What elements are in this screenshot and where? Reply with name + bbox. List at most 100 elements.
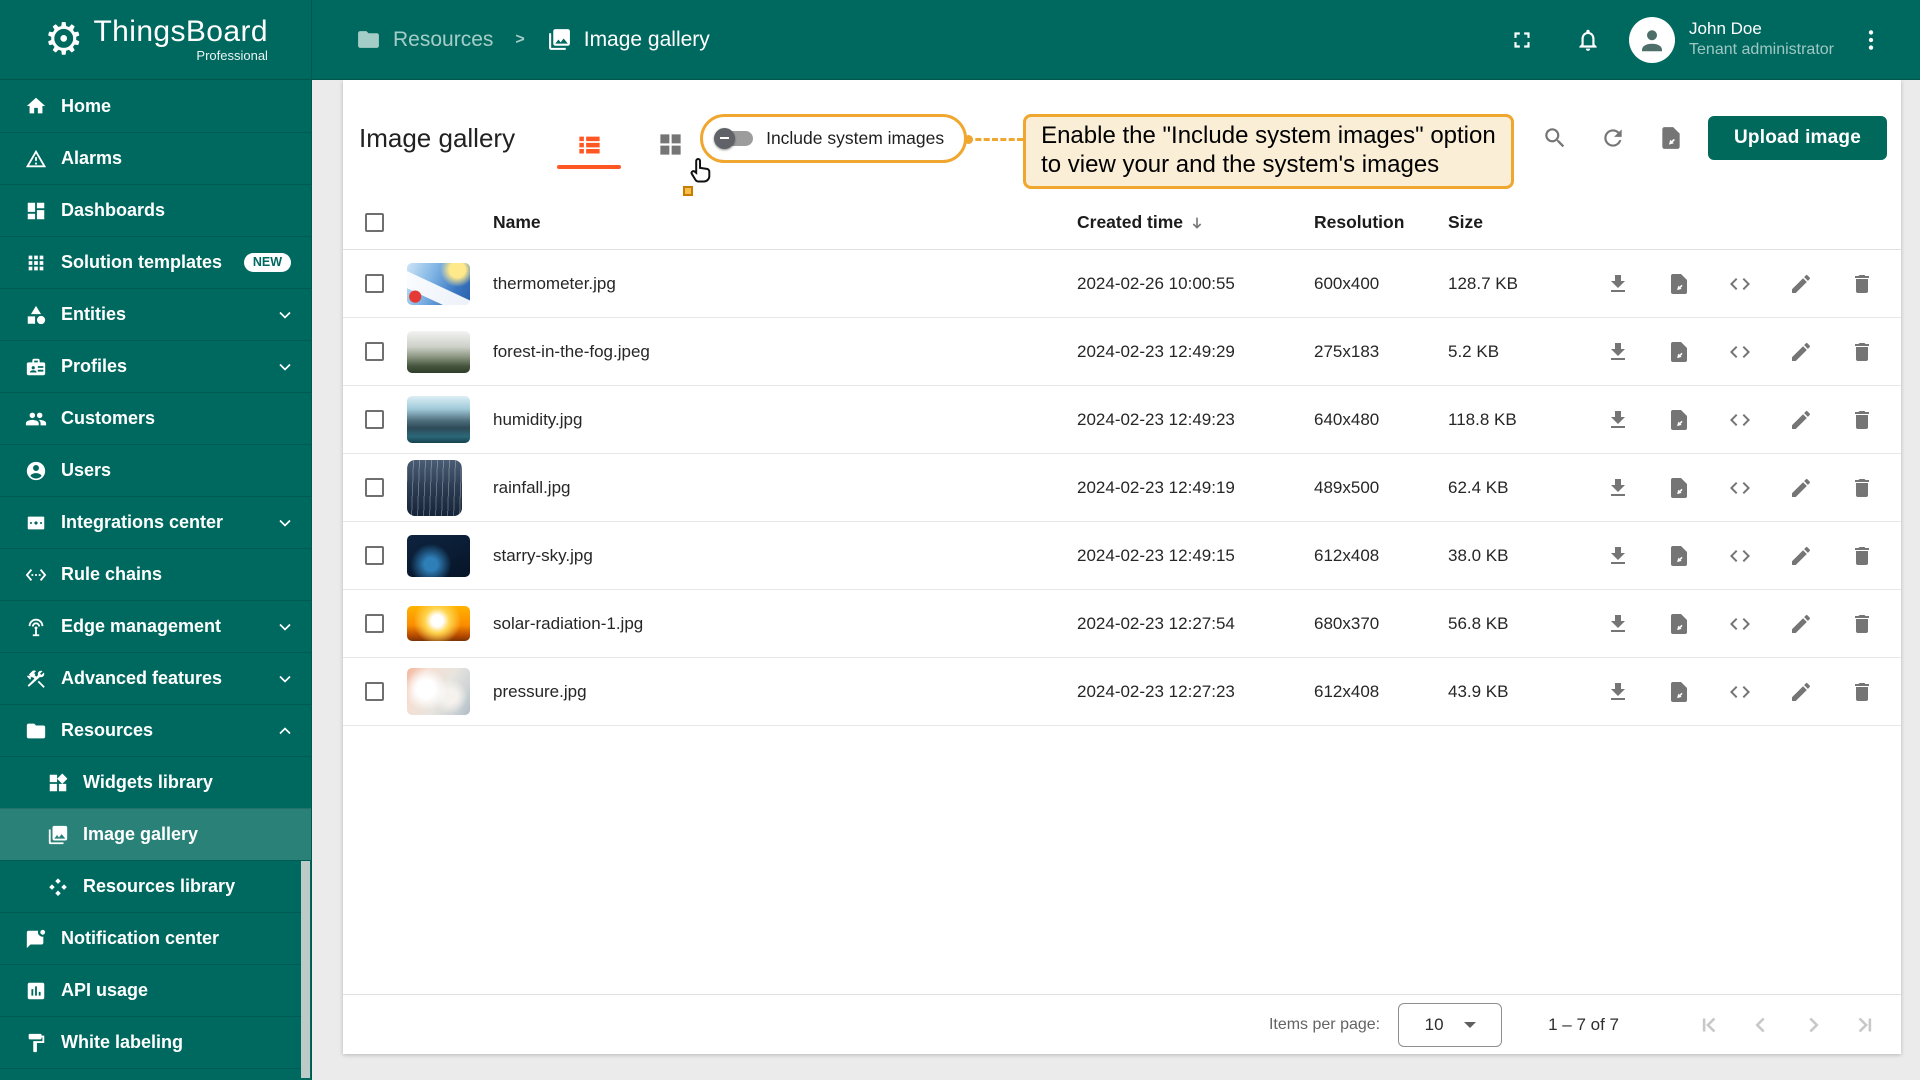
embed-code-button[interactable]	[1725, 269, 1755, 299]
download-button[interactable]	[1603, 677, 1633, 707]
more-vertical-icon[interactable]	[1862, 27, 1880, 53]
row-checkbox[interactable]	[365, 614, 384, 633]
delete-button[interactable]	[1847, 541, 1877, 571]
edit-button[interactable]	[1786, 609, 1816, 639]
sidebar-item-rule-chains[interactable]: Rule chains	[0, 548, 311, 600]
export-button[interactable]	[1664, 541, 1694, 571]
sidebar-item-edge-management[interactable]: Edge management	[0, 600, 311, 652]
edit-button[interactable]	[1786, 405, 1816, 435]
sidebar-item-notification-center[interactable]: Notification center	[0, 912, 311, 964]
delete-button[interactable]	[1847, 677, 1877, 707]
search-button[interactable]	[1534, 117, 1576, 159]
sidebar-scrollbar[interactable]	[301, 861, 310, 1078]
avatar[interactable]	[1629, 16, 1676, 63]
delete-button[interactable]	[1847, 337, 1877, 367]
table-row[interactable]: rainfall.jpg 2024-02-23 12:49:19 489x500…	[343, 454, 1901, 522]
delete-button[interactable]	[1847, 609, 1877, 639]
sidebar-item-profiles[interactable]: Profiles	[0, 340, 311, 392]
sidebar-item-users[interactable]: Users	[0, 444, 311, 496]
download-button[interactable]	[1603, 337, 1633, 367]
column-header-resolution[interactable]: Resolution	[1295, 212, 1429, 233]
export-button[interactable]	[1664, 609, 1694, 639]
table-row[interactable]: forest-in-the-fog.jpeg 2024-02-23 12:49:…	[343, 318, 1901, 386]
import-image-button[interactable]	[1650, 117, 1692, 159]
row-checkbox[interactable]	[365, 478, 384, 497]
export-button[interactable]	[1664, 473, 1694, 503]
export-button[interactable]	[1664, 269, 1694, 299]
toggle-switch[interactable]	[714, 127, 754, 149]
image-thumbnail[interactable]	[407, 262, 470, 305]
table-row[interactable]: starry-sky.jpg 2024-02-23 12:49:15 612x4…	[343, 522, 1901, 590]
grid-view-tab[interactable]	[657, 131, 684, 169]
edit-button[interactable]	[1786, 677, 1816, 707]
table-row[interactable]: humidity.jpg 2024-02-23 12:49:23 640x480…	[343, 386, 1901, 454]
embed-code-button[interactable]	[1725, 337, 1755, 367]
sidebar-item-api-usage[interactable]: API usage	[0, 964, 311, 1016]
sidebar-item-home[interactable]: Home	[0, 80, 311, 132]
list-view-tab[interactable]	[557, 131, 622, 169]
sidebar-item-resources[interactable]: Resources	[0, 704, 311, 756]
embed-code-button[interactable]	[1725, 405, 1755, 435]
download-button[interactable]	[1603, 609, 1633, 639]
row-checkbox[interactable]	[365, 274, 384, 293]
first-page-button[interactable]	[1691, 1010, 1727, 1040]
user-info[interactable]: John Doe Tenant administrator	[1689, 18, 1834, 61]
sidebar-item-integrations-center[interactable]: Integrations center	[0, 496, 311, 548]
export-button[interactable]	[1664, 405, 1694, 435]
embed-code-button[interactable]	[1725, 473, 1755, 503]
export-button[interactable]	[1664, 337, 1694, 367]
image-thumbnail[interactable]	[407, 396, 470, 443]
delete-button[interactable]	[1847, 405, 1877, 435]
edit-button[interactable]	[1786, 269, 1816, 299]
embed-code-button[interactable]	[1725, 541, 1755, 571]
sidebar-item-settings[interactable]: Settings	[0, 1068, 311, 1080]
brand-logo[interactable]: ⚙ ThingsBoard Professional	[0, 0, 311, 80]
download-button[interactable]	[1603, 473, 1633, 503]
sidebar-item-widgets-library[interactable]: Widgets library	[0, 756, 311, 808]
export-button[interactable]	[1664, 677, 1694, 707]
image-thumbnail[interactable]	[407, 668, 470, 715]
column-header-created[interactable]: Created time	[1049, 212, 1295, 233]
sidebar-item-solution-templates[interactable]: Solution templates NEW	[0, 236, 311, 288]
table-row[interactable]: solar-radiation-1.jpg 2024-02-23 12:27:5…	[343, 590, 1901, 658]
edit-button[interactable]	[1786, 473, 1816, 503]
image-thumbnail[interactable]	[407, 459, 462, 516]
row-checkbox[interactable]	[365, 342, 384, 361]
row-checkbox[interactable]	[365, 410, 384, 429]
edit-button[interactable]	[1786, 541, 1816, 571]
download-button[interactable]	[1603, 405, 1633, 435]
table-row[interactable]: thermometer.jpg 2024-02-26 10:00:55 600x…	[343, 250, 1901, 318]
table-row[interactable]: pressure.jpg 2024-02-23 12:27:23 612x408…	[343, 658, 1901, 726]
image-thumbnail[interactable]	[407, 534, 470, 577]
sidebar-item-image-gallery[interactable]: Image gallery	[0, 808, 311, 860]
download-button[interactable]	[1603, 269, 1633, 299]
delete-button[interactable]	[1847, 269, 1877, 299]
sidebar-item-white-labeling[interactable]: White labeling	[0, 1016, 311, 1068]
embed-code-button[interactable]	[1725, 677, 1755, 707]
upload-image-button[interactable]: Upload image	[1708, 116, 1887, 160]
image-thumbnail[interactable]	[407, 330, 470, 373]
last-page-button[interactable]	[1847, 1010, 1883, 1040]
breadcrumb-section[interactable]: Resources	[393, 28, 493, 52]
embed-code-button[interactable]	[1725, 609, 1755, 639]
download-button[interactable]	[1603, 541, 1633, 571]
column-header-size[interactable]: Size	[1429, 212, 1589, 233]
edit-button[interactable]	[1786, 337, 1816, 367]
select-all-checkbox[interactable]	[365, 213, 384, 232]
items-per-page-select[interactable]: 10	[1398, 1002, 1503, 1047]
sidebar-item-customers[interactable]: Customers	[0, 392, 311, 444]
previous-page-button[interactable]	[1743, 1010, 1779, 1040]
column-header-name[interactable]: Name	[485, 212, 1049, 233]
sidebar-item-resources-library[interactable]: Resources library	[0, 860, 311, 912]
row-checkbox[interactable]	[365, 682, 384, 701]
sidebar-item-alarms[interactable]: Alarms	[0, 132, 311, 184]
delete-button[interactable]	[1847, 473, 1877, 503]
row-checkbox[interactable]	[365, 546, 384, 565]
notifications-icon[interactable]	[1575, 27, 1601, 53]
fullscreen-icon[interactable]	[1509, 27, 1535, 53]
image-thumbnail[interactable]	[407, 606, 470, 641]
sidebar-item-entities[interactable]: Entities	[0, 288, 311, 340]
include-system-images-toggle[interactable]: Include system images	[700, 113, 968, 163]
sidebar-item-advanced-features[interactable]: Advanced features	[0, 652, 311, 704]
sidebar-item-dashboards[interactable]: Dashboards	[0, 184, 311, 236]
